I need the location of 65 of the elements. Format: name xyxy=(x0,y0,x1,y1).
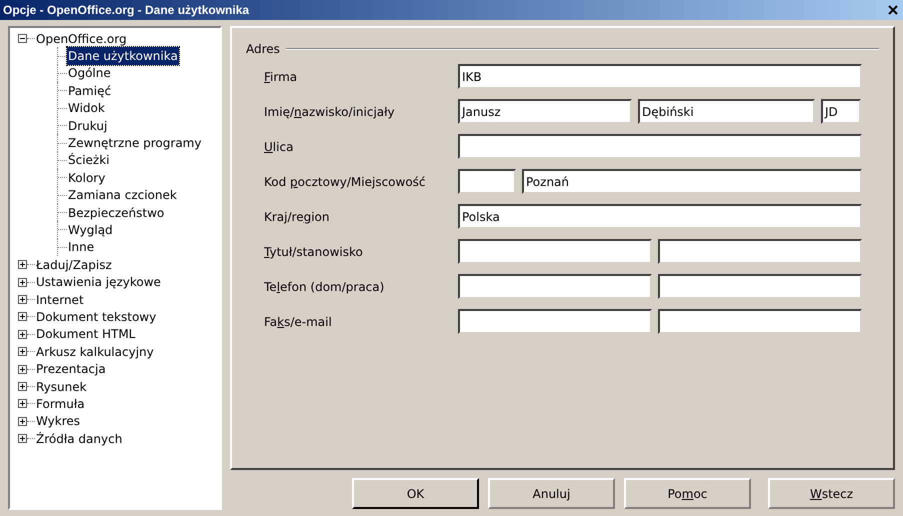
close-icon[interactable] xyxy=(888,5,898,15)
tree-item[interactable]: Ścieżki xyxy=(67,151,111,170)
expand-icon[interactable] xyxy=(18,295,27,304)
group-title: Adres xyxy=(246,41,280,58)
input-field[interactable] xyxy=(458,239,652,264)
input-field[interactable] xyxy=(658,274,862,299)
dialog-button[interactable]: Wstecz xyxy=(768,478,895,509)
input-field[interactable] xyxy=(458,134,862,159)
dialog-button[interactable]: Pomoc xyxy=(624,478,751,509)
input-field[interactable]: JD xyxy=(821,99,861,124)
tree-item[interactable]: Rysunek xyxy=(35,378,88,396)
tree-item[interactable]: Internet xyxy=(35,290,85,309)
collapse-icon[interactable] xyxy=(18,34,27,44)
field-label: Ulica xyxy=(264,138,294,156)
input-field[interactable]: Dębiński xyxy=(638,99,815,124)
tree-item[interactable]: Kolory xyxy=(67,168,106,187)
tree-item[interactable]: OpenOffice.org xyxy=(35,30,128,48)
field-label: Firma xyxy=(264,68,298,86)
tree-item[interactable]: Zewnętrzne programy xyxy=(67,134,202,152)
field-label: Kod pocztowy/Miejscowość xyxy=(264,174,427,190)
expand-icon[interactable] xyxy=(18,434,27,444)
tree-item[interactable]: Ogólne xyxy=(67,64,112,82)
tree-item[interactable]: Arkusz kalkulacyjny xyxy=(35,342,155,361)
tree-item[interactable]: Drukuj xyxy=(67,116,108,135)
expand-icon[interactable] xyxy=(18,278,27,287)
field-label: Imię/nazwisko/inicjały xyxy=(264,104,396,120)
expand-icon[interactable] xyxy=(18,330,27,339)
expand-icon[interactable] xyxy=(18,364,27,374)
tree-item[interactable]: Wygląd xyxy=(67,221,114,239)
input-field[interactable] xyxy=(458,309,652,334)
input-field[interactable] xyxy=(658,239,862,264)
tree-item[interactable]: Bezpieczeństwo xyxy=(67,204,166,222)
input-field[interactable] xyxy=(458,274,652,299)
dialog-button[interactable]: OK xyxy=(352,478,479,509)
tree-item[interactable]: Zamiana czcionek xyxy=(67,186,178,204)
input-field[interactable]: Poznań xyxy=(522,169,862,194)
dialog-button[interactable]: Anuluj xyxy=(488,478,615,509)
tree-item[interactable]: Pamięć xyxy=(67,82,112,100)
field-label: Kraj/region xyxy=(264,208,330,226)
expand-icon[interactable] xyxy=(18,382,27,391)
expand-icon[interactable] xyxy=(18,416,27,426)
tree-item[interactable]: Wykres xyxy=(35,412,82,430)
input-field[interactable]: IKB xyxy=(458,64,862,89)
tree-item[interactable]: Dokument HTML xyxy=(35,325,136,344)
tree-item[interactable]: Formuła xyxy=(35,394,86,413)
tree-item[interactable]: Ustawienia językowe xyxy=(35,273,162,292)
expand-icon[interactable] xyxy=(18,260,27,270)
tree-item[interactable]: Dokument tekstowy xyxy=(35,308,158,326)
tree-item[interactable]: Inne xyxy=(67,238,96,256)
input-field[interactable] xyxy=(658,309,862,334)
input-field[interactable] xyxy=(458,169,516,194)
input-field[interactable]: Janusz xyxy=(458,99,632,124)
window-title: Opcje - OpenOffice.org - Dane użytkownika xyxy=(3,2,250,19)
tree-item[interactable]: Widok xyxy=(67,99,106,118)
expand-icon[interactable] xyxy=(18,312,27,322)
tree-item[interactable]: Prezentacja xyxy=(35,360,107,378)
field-label: Faks/e-mail xyxy=(264,314,333,330)
field-label: Telefon (dom/praca) xyxy=(264,278,386,296)
expand-icon[interactable] xyxy=(18,347,27,356)
input-field[interactable]: Polska xyxy=(458,204,862,229)
field-label: Tytuł/stanowisko xyxy=(264,244,364,260)
expand-icon[interactable] xyxy=(18,399,27,408)
tree-item[interactable]: Ładuj/Zapisz xyxy=(35,256,113,274)
tree-item[interactable]: Dane użytkownika xyxy=(67,47,179,66)
tree-item[interactable]: Źródła danych xyxy=(35,430,124,448)
